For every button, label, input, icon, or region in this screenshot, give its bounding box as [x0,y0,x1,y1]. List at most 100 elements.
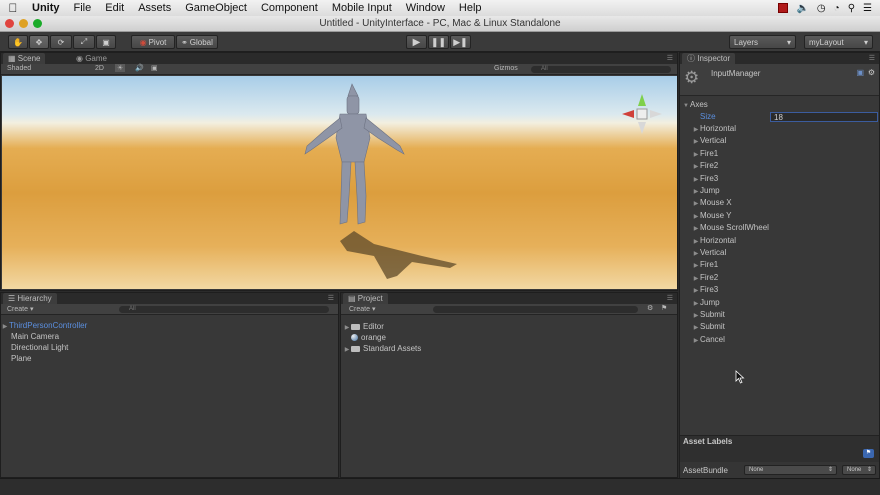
asset-bundle-dropdown[interactable]: None ⇕ [744,465,837,475]
tab-game[interactable]: ◉ Game [71,53,112,64]
expand-arrow-icon[interactable]: ▶ [692,199,700,210]
tab-scene[interactable]: ▦ Scene [3,53,46,64]
expand-arrow-icon[interactable]: ▶ [692,175,700,186]
layout-dropdown[interactable]: myLayout ▾ [804,35,873,49]
pivot-toggle[interactable]: ◉ Pivot [131,35,175,49]
hierarchy-item[interactable]: ▶ ThirdPersonController [1,320,338,331]
global-toggle[interactable]: ⚭ Global [176,35,218,49]
volume-icon[interactable]: 🔈 [796,3,808,14]
project-item[interactable]: ▶ Standard Assets [341,343,677,354]
lighting-toggle-icon[interactable]: ☀ [115,64,126,72]
effects-toggle-icon[interactable]: ▣ [151,64,158,72]
project-item[interactable]: ▶ Editor [341,321,677,332]
hierarchy-item[interactable]: Plane [1,353,338,364]
axes-foldout[interactable]: ▼Axes [680,99,879,110]
tab-hierarchy[interactable]: ☰ Hierarchy [3,293,57,304]
size-input[interactable]: 18 [770,112,878,122]
expand-arrow-icon[interactable]: ▶ [692,311,700,322]
rotate-tool-button[interactable]: ⟳ [50,35,72,49]
help-icon[interactable]: ▣ [856,68,864,77]
axis-item[interactable]: ▶ Fire3 [680,173,879,184]
expand-arrow-icon[interactable]: ▶ [692,237,700,248]
axis-item[interactable]: ▶ Cancel [680,334,879,345]
expand-arrow-icon[interactable]: ▶ [692,261,700,272]
menu-file[interactable]: File [67,2,99,14]
panel-menu-icon[interactable]: ☰ [667,294,673,302]
axis-item[interactable]: ▶ Submit [680,309,879,320]
expand-arrow-icon[interactable]: ▶ [343,345,351,356]
menu-mobile-input[interactable]: Mobile Input [325,2,399,14]
axis-item[interactable]: ▶ Mouse Y [680,210,879,221]
expand-arrow-icon[interactable]: ▶ [692,150,700,161]
spotlight-search-icon[interactable]: ⚲ [848,3,855,14]
project-item[interactable]: orange [341,332,677,343]
pause-button[interactable]: ❚❚ [428,35,449,49]
move-tool-button[interactable]: ✥ [29,35,49,49]
menu-edit[interactable]: Edit [98,2,131,14]
axis-item[interactable]: ▶ Submit [680,321,879,332]
axis-item[interactable]: ▶ Jump [680,185,879,196]
axis-item[interactable]: ▶ Horizontal [680,123,879,134]
menu-assets[interactable]: Assets [131,2,178,14]
menu-window[interactable]: Window [399,2,452,14]
rect-tool-button[interactable]: ▣ [96,35,116,49]
hierarchy-item[interactable]: Directional Light [1,342,338,353]
expand-arrow-icon[interactable]: ▶ [692,125,700,136]
axis-item[interactable]: ▶ Vertical [680,135,879,146]
expand-arrow-icon[interactable]: ▶ [692,162,700,173]
axis-item[interactable]: ▶ Fire1 [680,148,879,159]
expand-arrow-icon[interactable]: ▶ [692,187,700,198]
expand-arrow-icon[interactable]: ▶ [692,224,700,235]
filter-label-icon[interactable]: ⚑ [661,304,667,312]
expand-arrow-icon[interactable]: ▶ [692,323,700,334]
hierarchy-search-input[interactable]: All [119,306,329,313]
axis-item[interactable]: ▶ Fire1 [680,259,879,270]
scale-tool-button[interactable]: ⤢ [73,35,95,49]
gauge-icon[interactable]: ◔ [834,3,840,14]
expand-arrow-icon[interactable]: ▶ [692,299,700,310]
2d-toggle[interactable]: 2D [95,65,104,72]
shading-mode-dropdown[interactable]: Shaded [7,65,31,72]
panel-menu-icon[interactable]: ☰ [328,294,334,302]
audio-toggle-icon[interactable]: 🔊 [135,64,144,72]
expand-arrow-icon[interactable]: ▶ [692,336,700,347]
record-icon[interactable] [778,3,789,13]
menu-gameobject[interactable]: GameObject [178,2,254,14]
asset-variant-dropdown[interactable]: None ⇕ [842,465,876,475]
notification-center-icon[interactable]: ☰ [863,3,872,14]
axis-item[interactable]: ▶ Fire2 [680,160,879,171]
axis-item[interactable]: ▶ Vertical [680,247,879,258]
project-search-input[interactable] [433,306,638,313]
expand-arrow-icon[interactable]: ▶ [692,249,700,260]
panel-menu-icon[interactable]: ☰ [667,54,673,62]
expand-arrow-icon[interactable]: ▶ [692,286,700,297]
settings-icon[interactable]: ⚙ [868,68,875,77]
panel-menu-icon[interactable]: ☰ [869,54,875,62]
filter-type-icon[interactable]: ⚙ [647,304,653,312]
axis-item[interactable]: ▶ Horizontal [680,235,879,246]
axis-item[interactable]: ▶ Jump [680,297,879,308]
apple-icon[interactable]:  [0,1,26,15]
expand-arrow-icon[interactable]: ▶ [692,137,700,148]
step-button[interactable]: ▶❚ [450,35,471,49]
menu-component[interactable]: Component [254,2,325,14]
tab-project[interactable]: ▤ Project [343,293,388,304]
scene-search-input[interactable]: All [531,66,671,73]
hand-tool-button[interactable]: ✋ [8,35,28,49]
tag-icon[interactable]: ⚑ [863,449,874,458]
tab-inspector[interactable]: ⓘ Inspector [682,53,736,64]
layers-dropdown[interactable]: Layers ▾ [729,35,796,49]
expand-arrow-icon[interactable]: ▶ [692,274,700,285]
menu-help[interactable]: Help [452,2,489,14]
axis-item[interactable]: ▶ Mouse X [680,197,879,208]
scene-viewport[interactable] [2,76,677,289]
project-create-dropdown[interactable]: Create ▾ [349,305,375,313]
menu-app-unity[interactable]: Unity [26,2,67,14]
axis-item[interactable]: ▶ Fire3 [680,284,879,295]
hierarchy-create-dropdown[interactable]: Create ▾ [7,305,33,313]
hierarchy-item[interactable]: Main Camera [1,331,338,342]
gizmos-dropdown[interactable]: Gizmos [494,65,518,72]
expand-arrow-icon[interactable]: ▶ [692,212,700,223]
axis-item[interactable]: ▶ Mouse ScrollWheel [680,222,879,233]
play-button[interactable]: ▶ [406,35,427,49]
